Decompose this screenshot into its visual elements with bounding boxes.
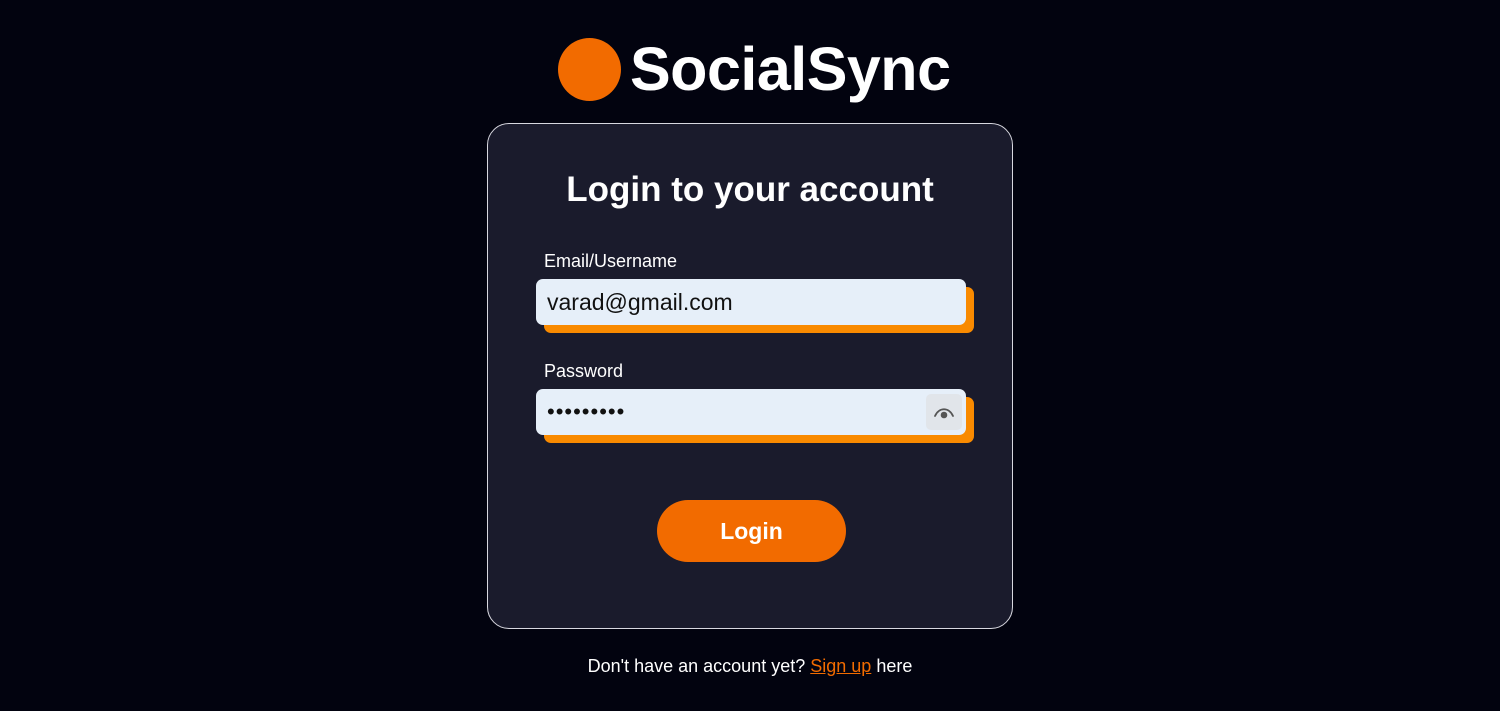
- password-field-wrapper: [536, 389, 974, 443]
- password-label: Password: [544, 361, 624, 381]
- login-title: Login to your account: [566, 170, 934, 209]
- email-label: Email/Username: [544, 251, 678, 271]
- show-password-toggle[interactable]: [926, 394, 962, 430]
- login-card: Login to your account Email/Username Pas…: [487, 123, 1013, 629]
- eye-icon: [934, 408, 954, 419]
- brand-name: SocialSync: [630, 35, 951, 103]
- signup-prompt: Don't have an account yet? Sign up here: [0, 656, 1500, 677]
- signup-prompt-suffix: here: [876, 656, 913, 676]
- brand-dot-icon: [558, 37, 621, 101]
- email-field[interactable]: [536, 279, 966, 325]
- email-field-wrapper: [536, 279, 974, 333]
- brand-logo: SocialSync: [558, 34, 951, 104]
- password-field[interactable]: [536, 389, 966, 435]
- signup-link[interactable]: Sign up: [810, 656, 871, 676]
- signup-prompt-prefix: Don't have an account yet?: [587, 656, 806, 676]
- login-button[interactable]: Login: [657, 500, 846, 562]
